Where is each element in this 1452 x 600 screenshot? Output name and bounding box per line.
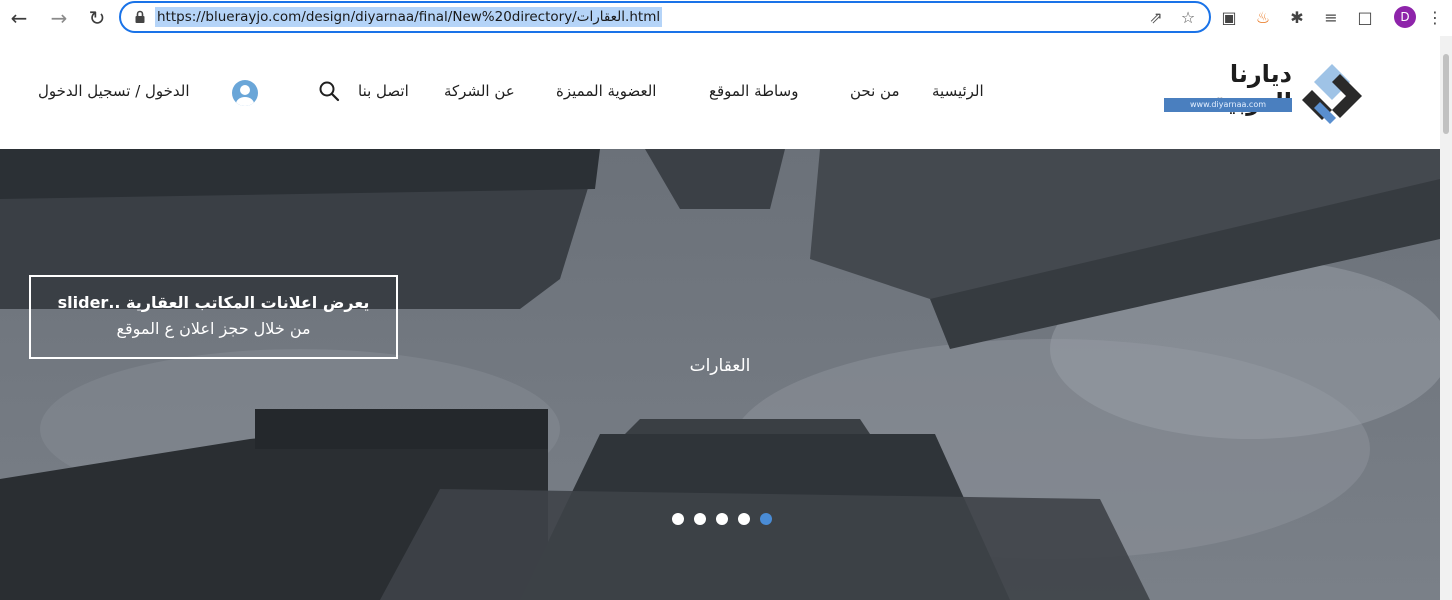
browser-toolbar: ← → ↻ https://bluerayjo.com/design/diyar… xyxy=(0,0,1452,36)
fire-extension-icon[interactable]: ♨ xyxy=(1252,7,1274,29)
side-panel-icon[interactable]: □ xyxy=(1354,7,1376,29)
slider-dot-4[interactable] xyxy=(738,513,750,525)
address-bar[interactable]: https://bluerayjo.com/design/diyarnaa/fi… xyxy=(119,1,1211,33)
slider-note-line-1: يعرض اعلانات المكاتب العقارية ..slider xyxy=(57,293,370,312)
url-text[interactable]: https://bluerayjo.com/design/diyarnaa/fi… xyxy=(155,7,663,27)
kebab-menu-icon[interactable]: ⋮ xyxy=(1424,7,1446,29)
nav-contact[interactable]: اتصل بنا xyxy=(358,82,409,100)
page-scrollbar[interactable] xyxy=(1440,36,1452,600)
puzzle-extensions-icon[interactable]: ✱ xyxy=(1286,7,1308,29)
reload-icon[interactable]: ↻ xyxy=(82,3,112,33)
user-avatar-icon[interactable] xyxy=(232,80,258,106)
profile-avatar[interactable]: D xyxy=(1394,6,1416,28)
hero-title: العقارات xyxy=(689,356,751,376)
site-header: ديارنا العربية www.diyarnaa.com الرئيسية… xyxy=(0,36,1440,149)
slider-pagination xyxy=(672,513,782,527)
share-icon[interactable]: ⇗ xyxy=(1145,7,1167,29)
lock-icon xyxy=(135,10,145,23)
login-link[interactable]: الدخول / تسجيل الدخول xyxy=(38,82,190,100)
slider-dot-5-active[interactable] xyxy=(760,513,772,525)
slider-note-box: يعرض اعلانات المكاتب العقارية ..slider م… xyxy=(29,275,398,359)
slider-note-line-2: من خلال حجز اعلان ع الموقع xyxy=(116,319,311,338)
forward-arrow-icon[interactable]: → xyxy=(44,3,74,33)
slider-dot-2[interactable] xyxy=(694,513,706,525)
nav-company[interactable]: عن الشركة xyxy=(444,82,515,100)
search-icon[interactable] xyxy=(318,80,340,102)
diyarna-logo-icon[interactable] xyxy=(1292,62,1372,132)
scrollbar-thumb[interactable] xyxy=(1443,54,1449,134)
logo-url: www.diyarnaa.com xyxy=(1164,98,1292,112)
nav-home[interactable]: الرئيسية xyxy=(932,82,984,100)
nav-brokerage[interactable]: وساطة الموقع xyxy=(709,82,798,100)
reading-list-icon[interactable]: ≡ xyxy=(1320,7,1342,29)
nav-membership[interactable]: العضوية المميزة xyxy=(556,82,656,100)
back-arrow-icon[interactable]: ← xyxy=(4,3,34,33)
camera-extension-icon[interactable]: ▣ xyxy=(1218,7,1240,29)
slider-dot-1[interactable] xyxy=(672,513,684,525)
hero-slider: يعرض اعلانات المكاتب العقارية ..slider م… xyxy=(0,149,1440,600)
slider-dot-3[interactable] xyxy=(716,513,728,525)
nav-about[interactable]: من نحن xyxy=(850,82,900,100)
bookmark-star-icon[interactable]: ☆ xyxy=(1177,7,1199,29)
